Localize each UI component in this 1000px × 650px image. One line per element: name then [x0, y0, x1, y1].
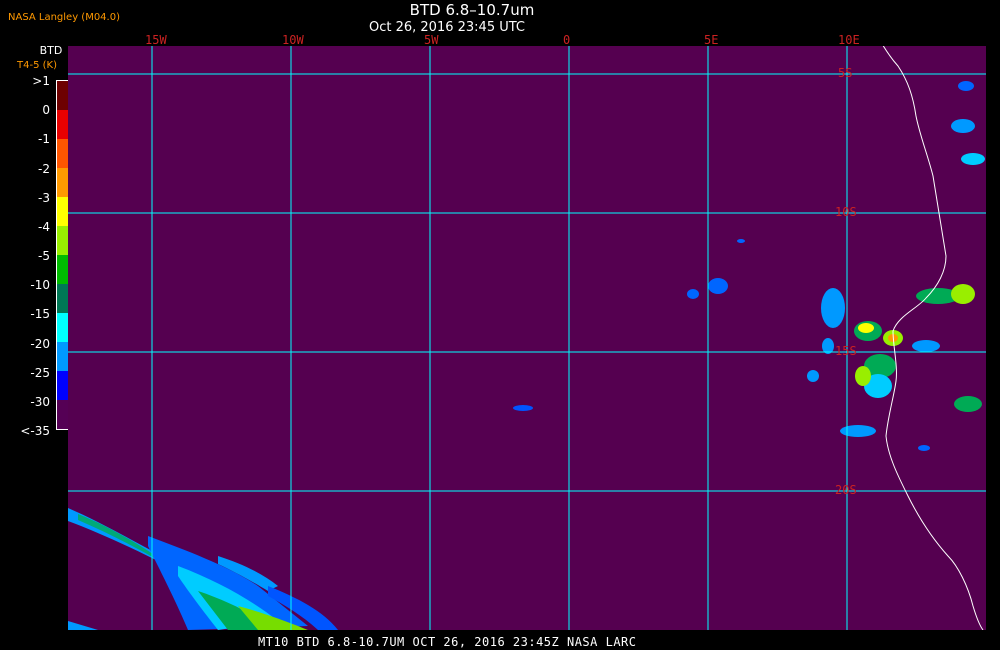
lon-label-0: 0	[563, 33, 571, 47]
map-title: BTD 6.8–10.7um	[409, 1, 535, 19]
lon-label-5e: 5E	[704, 33, 719, 47]
color-scale-tick-label: -4	[38, 219, 50, 234]
footer-caption: MT10 BTD 6.8-10.7UM OCT 26, 2016 23:45Z …	[258, 635, 637, 649]
cloud-features-southwest	[68, 508, 338, 630]
graticule-lines	[68, 46, 986, 630]
lon-label-10e: 10E	[838, 33, 860, 47]
color-scale-tick-label: -2	[38, 161, 50, 176]
satellite-map-view: NASA Langley (M04.0) BTD 6.8–10.7um Oct …	[0, 0, 1000, 650]
color-scale-tick-label: <-35	[20, 424, 50, 438]
color-scale-tick-label: -1	[38, 132, 50, 147]
cloud-features-east	[513, 81, 985, 451]
lat-label-10s: 10S	[835, 205, 857, 219]
color-scale-tick-label: -30	[30, 394, 50, 409]
lon-label-5w: 5W	[424, 33, 439, 47]
color-scale-tick-label: -15	[30, 307, 50, 322]
lon-label-15w: 15W	[145, 33, 167, 47]
credit-label: NASA Langley (M04.0)	[8, 12, 120, 23]
legend-units: T4-5 (K)	[17, 60, 57, 71]
lat-label-15s: 15S	[835, 344, 857, 358]
color-scale-tick-label: -3	[38, 190, 50, 205]
map-svg	[68, 46, 986, 630]
color-scale-tick-label: -5	[38, 249, 50, 263]
lon-label-10w: 10W	[282, 33, 304, 47]
color-scale-tick-label: >1	[32, 74, 50, 88]
lat-label-20s: 20S	[835, 483, 857, 497]
color-scale-tick-label: -20	[30, 336, 50, 351]
map-timestamp: Oct 26, 2016 23:45 UTC	[369, 20, 525, 35]
map-panel[interactable]	[68, 46, 986, 630]
color-scale-tick-label: 0	[42, 103, 50, 118]
color-scale-tick-label: -25	[30, 365, 50, 380]
color-scale-tick-label: -10	[30, 278, 50, 293]
lat-label-5s: 5S	[838, 66, 853, 80]
